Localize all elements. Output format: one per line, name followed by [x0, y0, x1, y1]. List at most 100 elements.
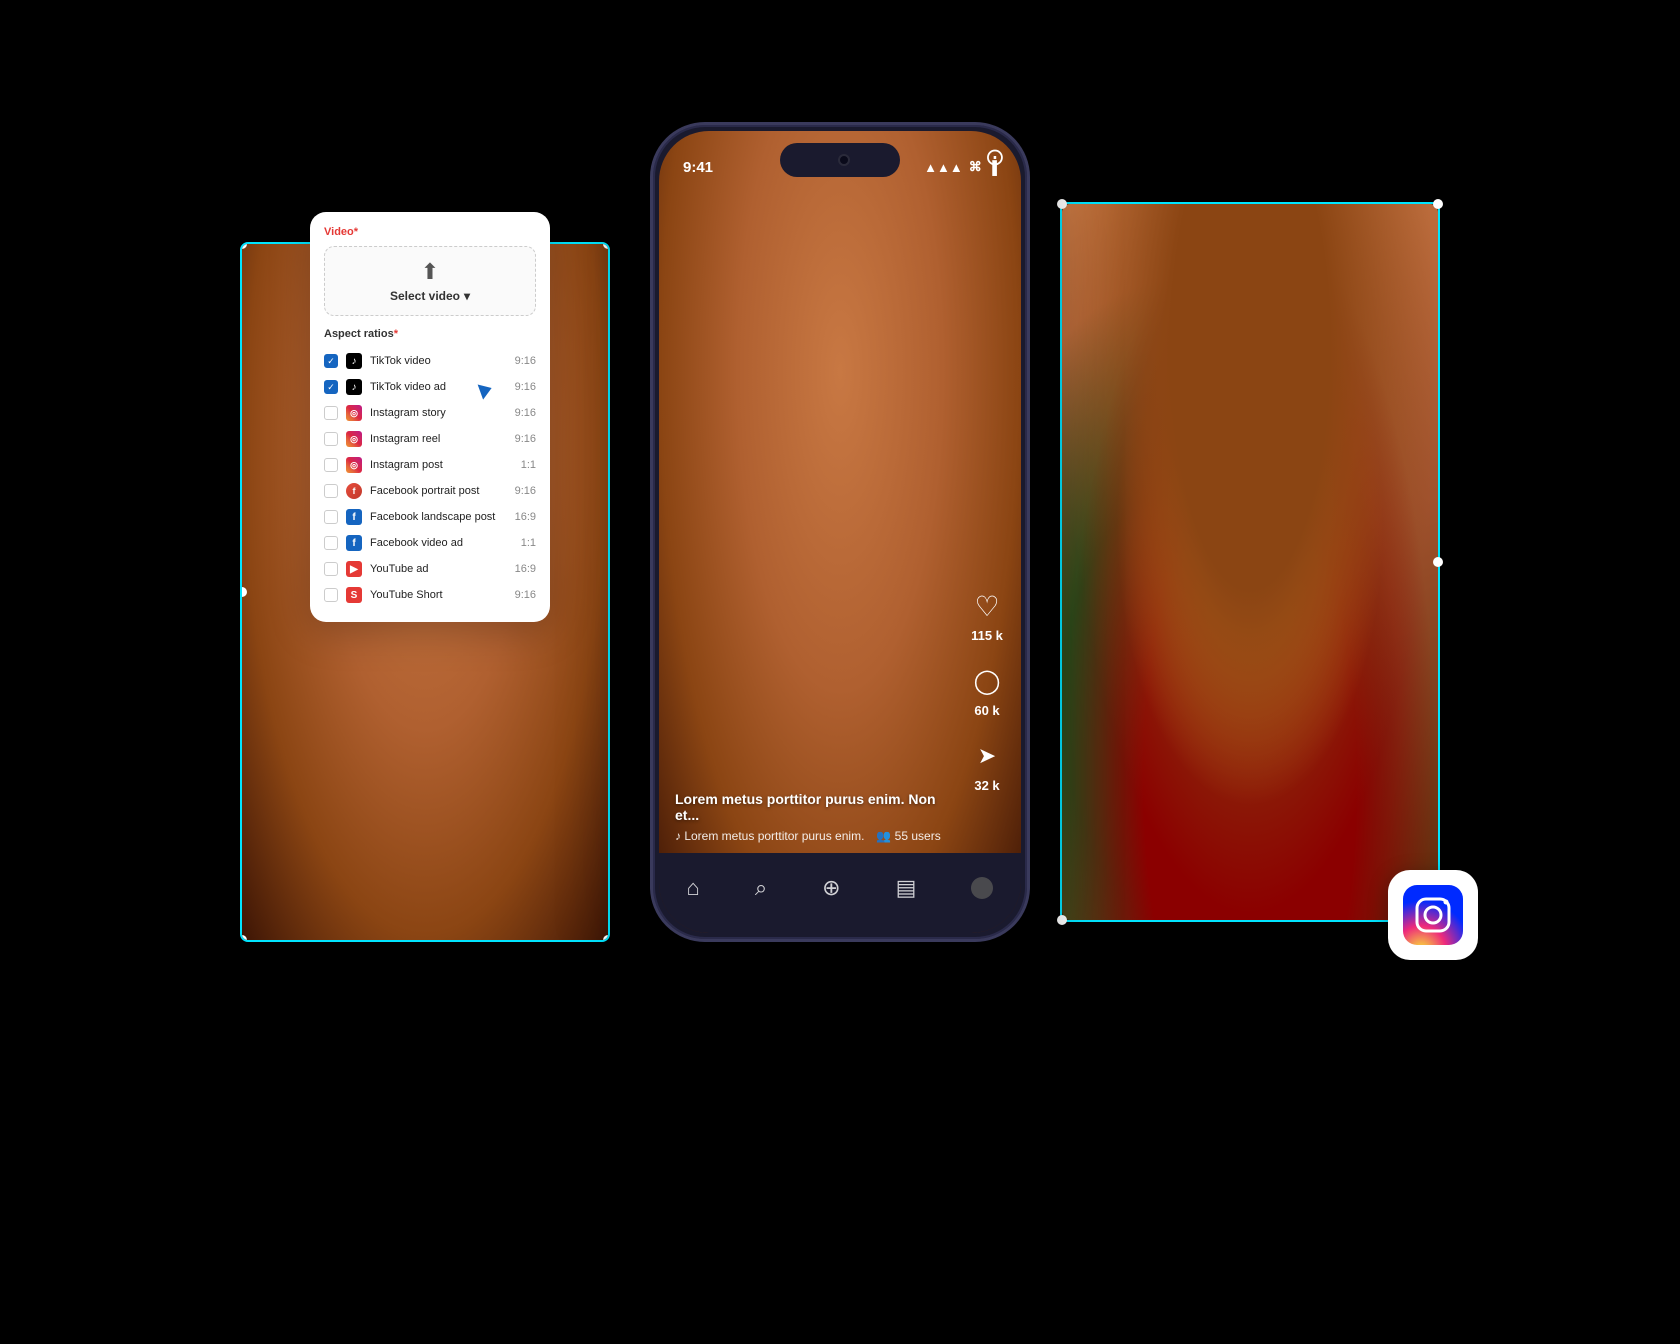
phone-body: 9:41 ▲▲▲ ⌘ ▐ ⊙ [650, 122, 1030, 942]
wifi-icon: ⌘ [969, 159, 982, 175]
checkbox-instagram-post[interactable] [324, 458, 338, 472]
phone-notch [780, 143, 900, 177]
signal-icon: ▲▲▲ [924, 160, 963, 175]
fb-portrait-icon: f [346, 483, 362, 499]
upload-icon: ⬆ [421, 259, 439, 285]
aspect-name-instagram-reel: Instagram reel [370, 433, 507, 445]
youtube-short-icon: S [346, 587, 362, 603]
aspect-name-tiktok-ad: TikTok video ad [370, 381, 507, 393]
aspect-ratio-tiktok-video: 9:16 [515, 355, 536, 367]
aspect-ratio-list: ♪ TikTok video 9:16 ♪ TikTok video ad 9:… [324, 348, 536, 608]
status-time: 9:41 [683, 159, 713, 176]
resize-handle-bl[interactable] [1057, 915, 1067, 925]
aspect-item-instagram-reel[interactable]: ◎ Instagram reel 9:16 [324, 426, 536, 452]
nav-add[interactable]: ⊕ [822, 875, 840, 901]
side-actions: ♡ 115 k ◯ 60 k ➤ 32 k [969, 588, 1005, 793]
nav-search[interactable]: ⌕ [755, 875, 767, 901]
instagram-reel-icon: ◎ [346, 431, 362, 447]
aspect-ratio-fb-video-ad: 1:1 [521, 537, 536, 549]
nav-profile[interactable] [971, 877, 993, 899]
nav-home[interactable]: ⌂ [687, 875, 700, 901]
fb-video-icon: f [346, 535, 362, 551]
resize-handle-tr[interactable] [1433, 199, 1443, 209]
front-camera [838, 154, 850, 166]
aspect-item-fb-landscape[interactable]: f Facebook landscape post 16:9 [324, 504, 536, 530]
caption-sub: ♪ Lorem metus porttitor purus enim. 👥 55… [675, 829, 951, 843]
checkbox-instagram-story[interactable] [324, 406, 338, 420]
aspect-ratio-instagram-reel: 9:16 [515, 433, 536, 445]
resize-handle-mr[interactable] [1433, 557, 1443, 567]
aspect-name-youtube-ad: YouTube ad [370, 563, 507, 575]
ui-panel: Video* ⬆ Select video ▾ Aspect ratios* ♪… [310, 212, 550, 622]
aspect-ratio-fb-landscape: 16:9 [515, 511, 536, 523]
aspect-name-instagram-post: Instagram post [370, 459, 513, 471]
checkbox-instagram-reel[interactable] [324, 432, 338, 446]
resize-handle-tr[interactable] [603, 242, 610, 249]
aspect-name-fb-portrait: Facebook portrait post [370, 485, 507, 497]
chevron-down-icon: ▾ [464, 289, 470, 303]
aspect-item-instagram-story[interactable]: ◎ Instagram story 9:16 [324, 400, 536, 426]
aspect-name-instagram-story: Instagram story [370, 407, 507, 419]
checkbox-tiktok-video[interactable] [324, 354, 338, 368]
video-field-label: Video* [324, 226, 536, 238]
aspect-ratio-fb-portrait: 9:16 [515, 485, 536, 497]
scene: 9:41 ▲▲▲ ⌘ ▐ ⊙ [240, 122, 1440, 1222]
checkbox-youtube-short[interactable] [324, 588, 338, 602]
checkbox-fb-portrait[interactable] [324, 484, 338, 498]
resize-handle-bl[interactable] [240, 935, 247, 942]
select-video-button[interactable]: ⬆ Select video ▾ [324, 246, 536, 316]
heart-icon: ♡ [969, 588, 1005, 624]
aspect-ratio-instagram-post: 1:1 [521, 459, 536, 471]
instagram-story-icon: ◎ [346, 405, 362, 421]
aspect-name-tiktok-video: TikTok video [370, 355, 507, 367]
like-count: 115 k [971, 628, 1003, 643]
checkbox-fb-landscape[interactable] [324, 510, 338, 524]
users-label: 👥 55 users [876, 829, 940, 843]
comment-count: 60 k [974, 703, 999, 718]
resize-handle-br[interactable] [603, 935, 610, 942]
share-action[interactable]: ➤ 32 k [969, 738, 1005, 793]
comment-action[interactable]: ◯ 60 k [969, 663, 1005, 718]
like-action[interactable]: ♡ 115 k [969, 588, 1005, 643]
checkbox-youtube-ad[interactable] [324, 562, 338, 576]
aspect-name-youtube-short: YouTube Short [370, 589, 507, 601]
caption-area: Lorem metus porttitor purus enim. Non et… [675, 791, 951, 843]
aspect-ratio-youtube-short: 9:16 [515, 589, 536, 601]
tiktok-icon: ♪ [346, 353, 362, 369]
aspect-ratio-instagram-story: 9:16 [515, 407, 536, 419]
phone-screen: 9:41 ▲▲▲ ⌘ ▐ ⊙ [659, 131, 1021, 933]
aspect-item-tiktok-video[interactable]: ♪ TikTok video 9:16 [324, 348, 536, 374]
checkbox-tiktok-ad[interactable] [324, 380, 338, 394]
instagram-post-icon: ◎ [346, 457, 362, 473]
status-icons: ▲▲▲ ⌘ ▐ [924, 159, 997, 175]
comment-icon: ◯ [969, 663, 1005, 699]
select-video-text: Select video ▾ [390, 289, 470, 303]
nav-inbox[interactable]: ▤ [896, 875, 917, 901]
caption-title: Lorem metus porttitor purus enim. Non et… [675, 791, 951, 823]
music-label: ♪ Lorem metus porttitor purus enim. [675, 829, 864, 843]
checkbox-fb-video-ad[interactable] [324, 536, 338, 550]
phone-mockup: 9:41 ▲▲▲ ⌘ ▐ ⊙ [650, 122, 1030, 942]
aspect-item-fb-portrait[interactable]: f Facebook portrait post 9:16 [324, 478, 536, 504]
aspect-ratios-label: Aspect ratios* [324, 328, 536, 340]
aspect-item-fb-video-ad[interactable]: f Facebook video ad 1:1 [324, 530, 536, 556]
aspect-item-tiktok-ad[interactable]: ♪ TikTok video ad 9:16 [324, 374, 536, 400]
aspect-item-youtube-short[interactable]: S YouTube Short 9:16 [324, 582, 536, 608]
right-instagram-frame [1060, 202, 1440, 922]
tiktok-ad-icon: ♪ [346, 379, 362, 395]
aspect-name-fb-landscape: Facebook landscape post [370, 511, 507, 523]
aspect-name-fb-video-ad: Facebook video ad [370, 537, 513, 549]
battery-icon: ▐ [988, 160, 997, 175]
aspect-ratio-youtube-ad: 16:9 [515, 563, 536, 575]
fb-landscape-icon: f [346, 509, 362, 525]
instagram-icon [1403, 885, 1463, 945]
aspect-ratio-tiktok-ad: 9:16 [515, 381, 536, 393]
share-count: 32 k [974, 778, 999, 793]
right-frame-image [1062, 204, 1438, 920]
youtube-ad-icon: ▶ [346, 561, 362, 577]
resize-handle-tl[interactable] [1057, 199, 1067, 209]
share-icon: ➤ [969, 738, 1005, 774]
aspect-item-instagram-post[interactable]: ◎ Instagram post 1:1 [324, 452, 536, 478]
aspect-item-youtube-ad[interactable]: ▶ YouTube ad 16:9 [324, 556, 536, 582]
bottom-nav: ⌂ ⌕ ⊕ ▤ [659, 853, 1021, 933]
